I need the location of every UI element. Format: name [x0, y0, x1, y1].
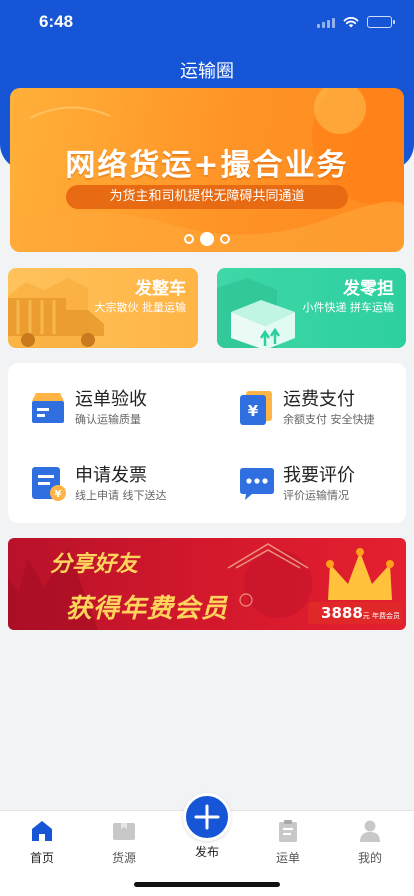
status-time: 6:48	[39, 12, 74, 31]
tab-label: 运单	[275, 851, 300, 865]
banner-subtitle: 为货主和司机提供无障碍共同通道	[66, 185, 348, 209]
tab-cargo[interactable]: 货源	[94, 819, 154, 866]
user-icon	[360, 820, 380, 842]
tab-home[interactable]: 首页	[12, 819, 72, 866]
service-subtitle: 评价运输情况	[283, 489, 349, 502]
service-title: 申请发票	[75, 465, 147, 486]
card-partial-package[interactable]: 发零担 小件快递 拼车运输	[217, 268, 406, 348]
tab-label: 首页	[29, 851, 54, 865]
promo-banner[interactable]: 分享好友 获得年费会员 3888元 年费会员	[8, 538, 406, 630]
status-bar: 6:48	[0, 0, 414, 44]
card-whole-truck[interactable]: 发整车 大宗散伙 批量运输	[8, 268, 198, 348]
service-invoice-request[interactable]: ¥ 申请发票 线上申请 线下送达	[30, 461, 220, 511]
tab-label: 我的	[357, 851, 382, 865]
box-check-icon	[32, 393, 64, 423]
cargo-icon	[113, 823, 135, 840]
card-partial-title: 发零担	[343, 279, 394, 299]
tab-profile[interactable]: 我的	[340, 819, 400, 866]
battery-icon	[367, 16, 395, 28]
svg-text:¥: ¥	[55, 489, 62, 500]
card-whole-subtitle: 大宗散伙 批量运输	[94, 301, 187, 314]
banner-title: 网络货运+撮合业务	[65, 148, 349, 183]
publish-label: 发布	[194, 845, 219, 859]
card-partial-subtitle: 小件快递 拼车运输	[302, 301, 395, 314]
service-subtitle: 确认运输质量	[75, 413, 141, 426]
service-title: 运单验收	[75, 389, 147, 410]
promo-line-1: 分享好友	[50, 552, 139, 577]
wifi-icon	[343, 17, 359, 28]
carousel-dots[interactable]	[10, 232, 404, 246]
service-freight-payment[interactable]: ¥ 运费支付 余额支付 安全快捷	[238, 385, 414, 435]
hero-banner[interactable]: 网络货运+撮合业务 为货主和司机提供无障碍共同通道	[10, 88, 404, 252]
promo-line-2: 获得年费会员	[66, 594, 229, 624]
status-icons	[317, 16, 395, 28]
service-rating[interactable]: 我要评价 评价运输情况	[238, 461, 414, 511]
page-title: 运输圈	[180, 61, 234, 82]
tab-label: 货源	[111, 851, 136, 865]
comment-icon	[240, 468, 274, 500]
plus-icon	[194, 804, 220, 830]
tab-waybill[interactable]: 运单	[258, 819, 318, 866]
svg-text:¥: ¥	[248, 402, 259, 420]
carousel-dot[interactable]	[220, 234, 230, 244]
promo-price-unit: 元 年费会员	[362, 612, 400, 620]
publish-button[interactable]	[183, 793, 231, 841]
signal-icon	[317, 17, 335, 28]
service-subtitle: 余额支付 安全快捷	[283, 413, 375, 426]
carousel-dot[interactable]	[184, 234, 194, 244]
service-title: 我要评价	[283, 465, 355, 486]
card-whole-title: 发整车	[135, 279, 186, 299]
services-panel: 运单验收 确认运输质量 ¥ 运费支付 余额支付 安全快捷 ¥ 申请发票 线上申请…	[8, 363, 406, 523]
promo-price-value: 3888	[321, 604, 363, 622]
service-waybill-acceptance[interactable]: 运单验收 确认运输质量	[30, 385, 220, 435]
home-indicator	[134, 882, 280, 887]
service-subtitle: 线上申请 线下送达	[75, 489, 167, 502]
home-icon	[32, 821, 52, 841]
carousel-dot-active[interactable]	[200, 232, 214, 246]
yen-payment-icon: ¥	[240, 391, 272, 425]
invoice-icon: ¥	[32, 467, 66, 501]
clipboard-icon	[279, 820, 297, 842]
promo-price: 3888元 年费会员	[321, 604, 400, 622]
service-title: 运费支付	[283, 389, 355, 410]
